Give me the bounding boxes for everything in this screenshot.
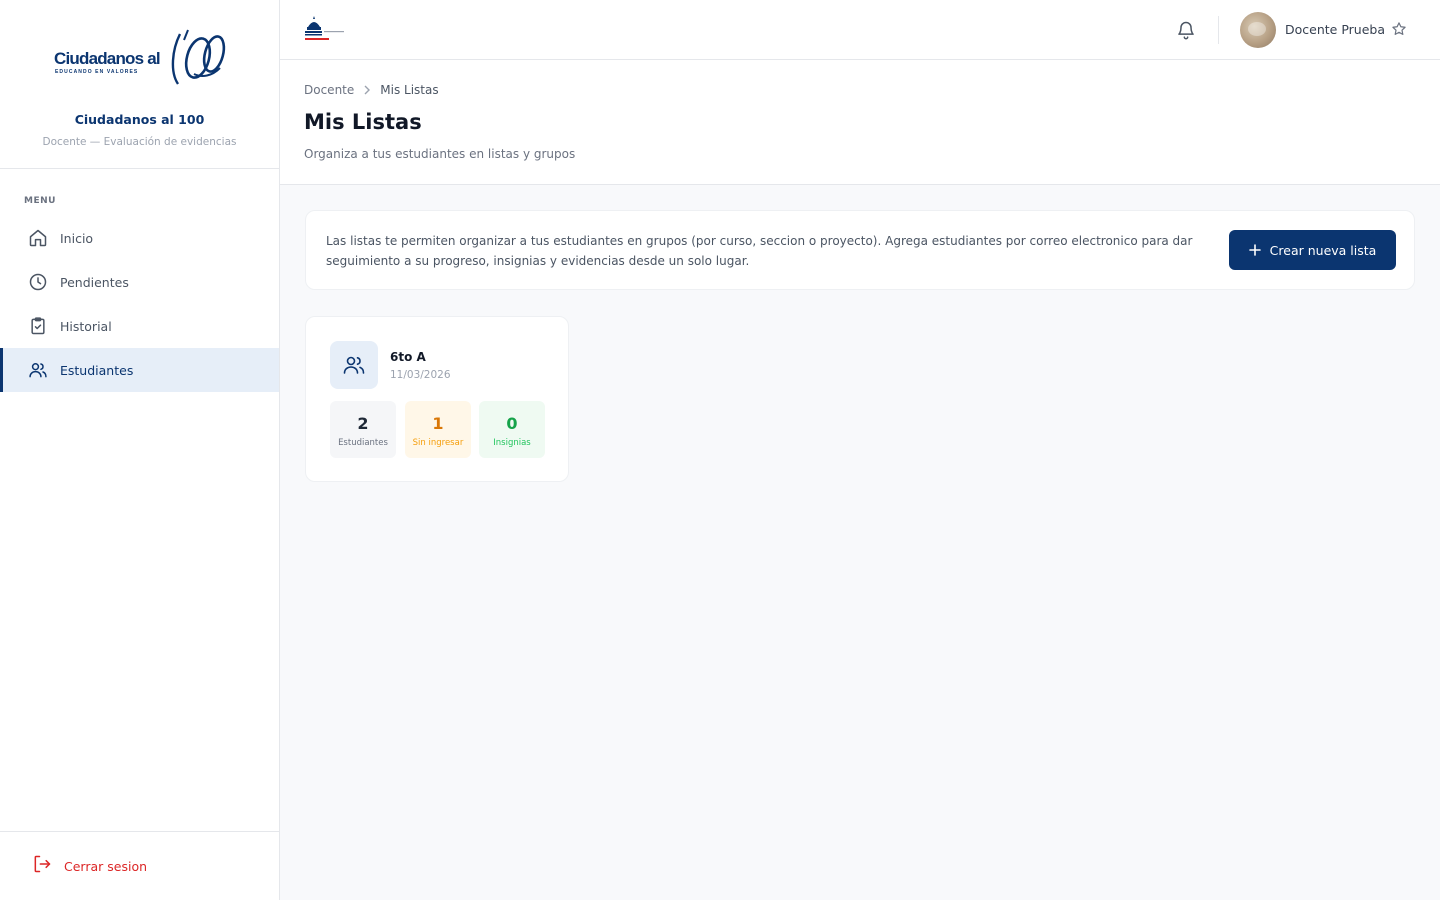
brand-subtitle: Docente — Evaluación de evidencias: [42, 136, 237, 148]
sidebar-item-estudiantes[interactable]: Estudiantes: [0, 348, 279, 392]
page-title: Mis Listas: [304, 110, 422, 134]
info-card: Las listas te permiten organizar a tus e…: [305, 210, 1415, 290]
topbar-divider: [1218, 16, 1219, 44]
list-card[interactable]: 6to A 11/03/2026 2 Estudiantes 1 Sin ing…: [305, 316, 569, 482]
page-header: Docente Mis Listas Mis Listas Organiza a…: [280, 60, 1440, 185]
list-name: 6to A: [390, 350, 426, 364]
menu-label: MENU: [24, 196, 56, 206]
stat-insignias: 0 Insignias: [479, 401, 545, 458]
stat-value: 0: [506, 414, 518, 433]
ciudadanos-logo[interactable]: Ciudadanos al EDUCANDO EN VALORES: [54, 24, 226, 90]
stat-label: Sin ingresar: [412, 438, 464, 448]
logo-tagline: EDUCANDO EN VALORES: [55, 69, 138, 75]
sidebar-item-label: Historial: [60, 318, 112, 334]
sidebar-item-label: Inicio: [60, 230, 94, 246]
users-icon: [330, 341, 378, 389]
breadcrumb-docente[interactable]: Docente: [304, 83, 354, 97]
list-date: 11/03/2026: [390, 369, 451, 381]
avatar[interactable]: [1240, 12, 1276, 48]
clipboard-check-icon: [28, 316, 48, 336]
clock-icon: [28, 272, 48, 292]
stat-estudiantes: 2 Estudiantes: [330, 401, 396, 458]
notifications-bell-icon[interactable]: [1176, 19, 1196, 41]
info-text: Las listas te permiten organizar a tus e…: [326, 234, 1193, 268]
users-icon: [28, 360, 48, 380]
home-icon: [28, 228, 48, 248]
sidebar-item-inicio[interactable]: Inicio: [0, 216, 279, 260]
chevron-right-icon: [363, 85, 371, 95]
star-icon[interactable]: [1391, 21, 1407, 37]
breadcrumb-current: Mis Listas: [380, 83, 439, 97]
page-subtitle: Organiza a tus estudiantes en listas y g…: [304, 147, 576, 161]
create-list-label: Crear nueva lista: [1269, 242, 1377, 258]
sidebar-item-label: Pendientes: [60, 274, 129, 290]
sidebar-item-pendientes[interactable]: Pendientes: [0, 260, 279, 304]
plus-icon: [1248, 244, 1261, 256]
stat-value: 1: [432, 414, 444, 433]
brand-name: Ciudadanos al 100: [74, 112, 205, 127]
sidebar-nav: Inicio Pendientes Historial Estudiantes: [0, 216, 279, 392]
sidebar: Ciudadanos al EDUCANDO EN VALORES Ciudad…: [0, 0, 280, 900]
topbar: Docente Prueba: [280, 0, 1440, 60]
logout-button[interactable]: Cerrar sesion: [0, 831, 279, 900]
stat-label: Insignias: [493, 438, 531, 448]
create-list-button[interactable]: Crear nueva lista: [1229, 230, 1396, 270]
stat-sin-ingresar: 1 Sin ingresar: [405, 401, 471, 458]
ministerio-logo[interactable]: [304, 14, 346, 44]
stat-label: Estudiantes: [338, 438, 388, 448]
logout-icon: [32, 854, 52, 878]
sidebar-item-historial[interactable]: Historial: [0, 304, 279, 348]
sidebar-item-label: Estudiantes: [60, 362, 134, 378]
logo-text: Ciudadanos al: [54, 49, 160, 68]
brand-header: Ciudadanos al EDUCANDO EN VALORES Ciudad…: [0, 0, 279, 169]
breadcrumb: Docente Mis Listas: [304, 83, 439, 97]
stat-value: 2: [357, 414, 369, 433]
logout-label: Cerrar sesion: [64, 858, 148, 874]
user-name[interactable]: Docente Prueba: [1285, 22, 1385, 37]
